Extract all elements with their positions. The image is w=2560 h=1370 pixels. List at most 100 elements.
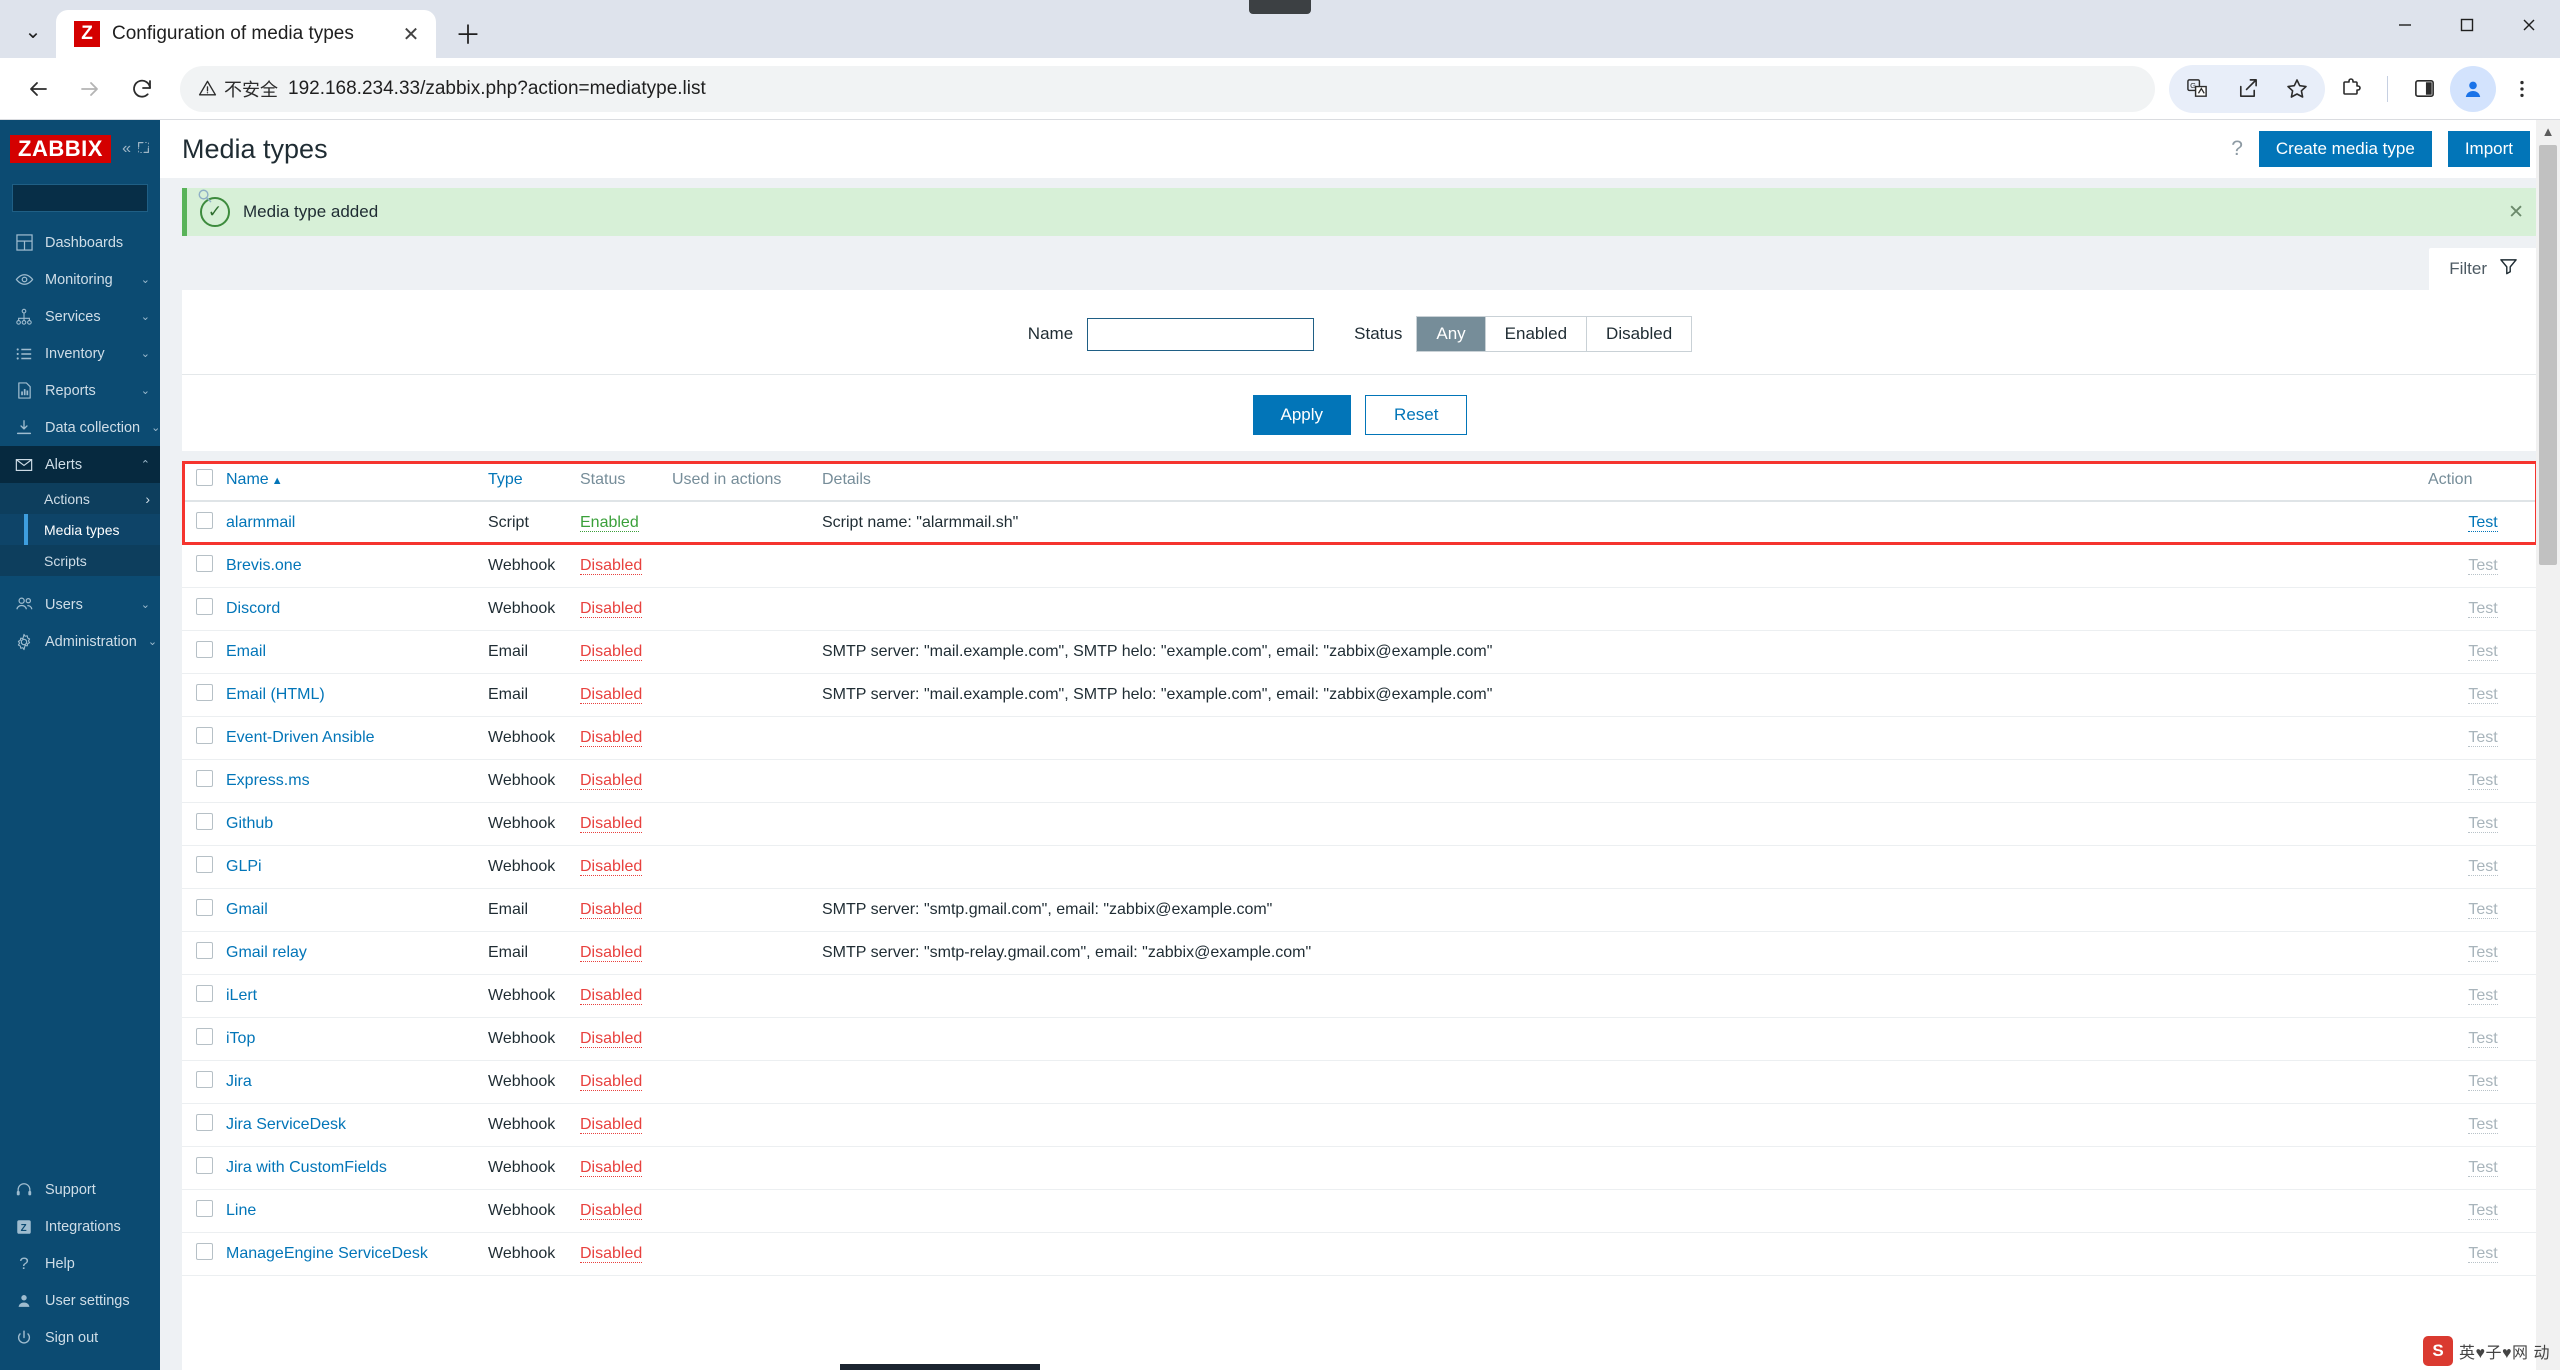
status-badge[interactable]: Enabled: [580, 514, 639, 532]
share-icon[interactable]: [2223, 65, 2271, 113]
sidebar-item-inventory[interactable]: Inventory ⌄: [0, 335, 160, 372]
sidebar-item-reports[interactable]: Reports ⌄: [0, 372, 160, 409]
forward-button[interactable]: [66, 65, 114, 113]
help-icon[interactable]: ?: [2231, 137, 2243, 161]
media-type-link[interactable]: Event-Driven Ansible: [226, 729, 375, 746]
row-checkbox[interactable]: [196, 727, 213, 744]
sidebar-item-actions[interactable]: Actions ›: [0, 483, 160, 514]
search-input[interactable]: [21, 190, 197, 206]
row-checkbox[interactable]: [196, 1243, 213, 1260]
close-window-button[interactable]: [2498, 0, 2560, 50]
media-type-link[interactable]: Jira: [226, 1073, 252, 1090]
status-badge[interactable]: Disabled: [580, 1030, 643, 1048]
media-type-link[interactable]: Email: [226, 643, 266, 660]
status-badge[interactable]: Disabled: [580, 600, 643, 618]
status-badge[interactable]: Disabled: [580, 858, 643, 876]
row-checkbox[interactable]: [196, 512, 213, 529]
tab-close-icon[interactable]: ✕: [398, 21, 424, 47]
media-type-link[interactable]: Express.ms: [226, 772, 310, 789]
sidebar-search[interactable]: [12, 184, 212, 212]
status-badge[interactable]: Disabled: [580, 944, 643, 962]
address-bar[interactable]: 不安全 192.168.234.33/zabbix.php?action=med…: [180, 65, 2155, 112]
profile-avatar-icon[interactable]: [2450, 65, 2496, 112]
row-checkbox[interactable]: [196, 770, 213, 787]
row-checkbox[interactable]: [196, 985, 213, 1002]
browser-tab[interactable]: Z Configuration of media types ✕: [56, 10, 436, 58]
row-checkbox[interactable]: [196, 856, 213, 873]
row-checkbox[interactable]: [196, 684, 213, 701]
row-checkbox[interactable]: [196, 899, 213, 916]
maximize-button[interactable]: [2436, 0, 2498, 50]
page-scrollbar[interactable]: ▲: [2536, 120, 2560, 1370]
filter-tab[interactable]: Filter: [2429, 248, 2538, 290]
extensions-icon[interactable]: [2327, 65, 2375, 113]
apply-button[interactable]: Apply: [1252, 395, 1352, 435]
status-badge[interactable]: Disabled: [580, 1159, 643, 1177]
side-panel-icon[interactable]: [2400, 65, 2448, 113]
media-type-link[interactable]: iTop: [226, 1030, 255, 1047]
media-type-link[interactable]: Brevis.one: [226, 557, 302, 574]
sidebar-item-monitoring[interactable]: Monitoring ⌄: [0, 261, 160, 298]
sidebar-item-support[interactable]: Support: [0, 1171, 160, 1208]
reload-button[interactable]: [118, 65, 166, 113]
row-checkbox[interactable]: [196, 1114, 213, 1131]
message-close-icon[interactable]: ✕: [2508, 201, 2524, 224]
row-checkbox[interactable]: [196, 598, 213, 615]
sidebar-item-help[interactable]: ? Help: [0, 1245, 160, 1282]
site-security-indicator[interactable]: 不安全: [198, 76, 278, 102]
sidebar-item-scripts[interactable]: Scripts: [0, 545, 160, 576]
row-checkbox[interactable]: [196, 813, 213, 830]
status-badge[interactable]: Disabled: [580, 557, 643, 575]
scroll-up-arrow-icon[interactable]: ▲: [2542, 120, 2555, 143]
status-badge[interactable]: Disabled: [580, 686, 643, 704]
media-type-link[interactable]: Gmail: [226, 901, 268, 918]
media-type-link[interactable]: Jira ServiceDesk: [226, 1116, 346, 1133]
tab-search-dropdown-button[interactable]: ⌄: [10, 8, 56, 54]
status-badge[interactable]: Disabled: [580, 643, 643, 661]
media-type-link[interactable]: Email (HTML): [226, 686, 325, 703]
zabbix-logo[interactable]: ZABBIX: [10, 134, 111, 164]
status-badge[interactable]: Disabled: [580, 772, 643, 790]
column-header-type[interactable]: Type: [488, 461, 580, 502]
create-media-type-button[interactable]: Create media type: [2258, 130, 2432, 168]
media-type-link[interactable]: ManageEngine ServiceDesk: [226, 1245, 428, 1262]
column-header-name[interactable]: Name ▲: [226, 461, 488, 502]
media-type-link[interactable]: Jira with CustomFields: [226, 1159, 387, 1176]
search-icon[interactable]: [197, 188, 212, 208]
status-option-disabled[interactable]: Disabled: [1587, 317, 1692, 351]
media-type-link[interactable]: Line: [226, 1202, 256, 1219]
row-checkbox[interactable]: [196, 1071, 213, 1088]
status-badge[interactable]: Disabled: [580, 1202, 643, 1220]
name-filter-input[interactable]: [1087, 317, 1315, 351]
sidebar-item-administration[interactable]: Administration ⌄: [0, 623, 160, 660]
media-type-link[interactable]: Discord: [226, 600, 280, 617]
test-link[interactable]: Test: [2468, 514, 2498, 532]
status-badge[interactable]: Disabled: [580, 729, 643, 747]
status-badge[interactable]: Disabled: [580, 987, 643, 1005]
row-checkbox[interactable]: [196, 1200, 213, 1217]
media-type-link[interactable]: Gmail relay: [226, 944, 307, 961]
sidebar-item-media-types[interactable]: Media types: [0, 514, 160, 545]
select-all-checkbox[interactable]: [196, 469, 213, 486]
row-checkbox[interactable]: [196, 555, 213, 572]
sidebar-item-integrations[interactable]: Z Integrations: [0, 1208, 160, 1245]
status-badge[interactable]: Disabled: [580, 1245, 643, 1263]
reset-button[interactable]: Reset: [1365, 395, 1468, 435]
back-button[interactable]: [14, 65, 62, 113]
translate-icon[interactable]: G: [2173, 65, 2221, 113]
scrollbar-thumb[interactable]: [2539, 145, 2557, 565]
row-checkbox[interactable]: [196, 942, 213, 959]
status-option-enabled[interactable]: Enabled: [1485, 317, 1588, 351]
sidebar-item-users[interactable]: Users ⌄: [0, 586, 160, 623]
status-option-any[interactable]: Any: [1417, 317, 1486, 351]
browser-menu-icon[interactable]: [2498, 65, 2546, 113]
new-tab-button[interactable]: ＋: [446, 11, 490, 55]
media-type-link[interactable]: alarmmail: [226, 514, 295, 531]
status-badge[interactable]: Disabled: [580, 1116, 643, 1134]
sidebar-item-services[interactable]: Services ⌄: [0, 298, 160, 335]
sidebar-item-sign-out[interactable]: Sign out: [0, 1319, 160, 1356]
collapse-sidebar-icon[interactable]: «: [122, 140, 131, 158]
import-button[interactable]: Import: [2447, 130, 2530, 168]
sidebar-item-user-settings[interactable]: User settings: [0, 1282, 160, 1319]
media-type-link[interactable]: Github: [226, 815, 273, 832]
